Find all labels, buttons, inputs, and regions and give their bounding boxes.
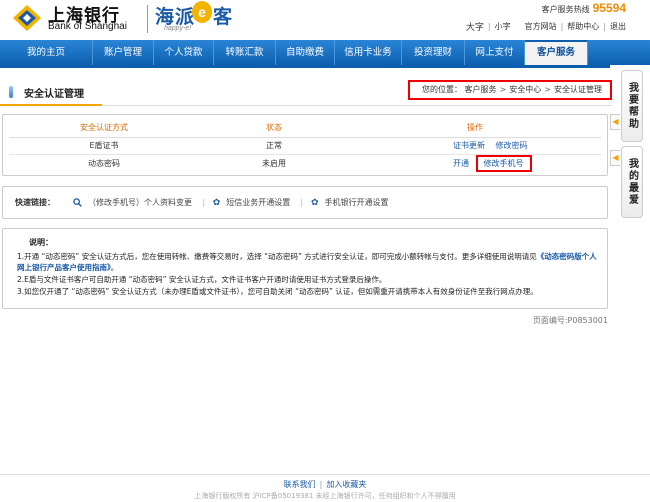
notes-text: 。 [110,263,119,272]
column-header: 安全认证方式 [9,119,199,138]
page-header: 上海银行 Bank of Shanghai 海派客 e happy-e! 客户服… [0,0,650,40]
notes-text: 1.开通 “动态密码” 安全认证方式后，您在使用转帐、缴费等交易时，选择 “动态… [17,252,537,261]
page-number: 页面编号:P0853001 [532,316,608,325]
auth-ops: 证书更新 修改密码 [349,137,601,155]
brand-name-cn-2: 客 [213,6,234,28]
brand-name-en: happy-e! [164,25,192,32]
collapse-arrow-icon[interactable]: ◀ [610,114,620,130]
notes-panel: 说明： 1.开通 “动态密码” 安全认证方式后，您在使用转帐、缴费等交易时，选择… [2,228,608,309]
nav-item-customer-service[interactable]: 客户服务 [525,40,588,65]
brand-divider [147,5,148,33]
main-nav: 我的主页 账户管理 个人贷款 转账汇款 自助缴费 信用卡业务 投资理财 网上支付… [0,40,650,65]
nav-item-investment[interactable]: 投资理财 [402,40,465,65]
hotline-number: 95594 [592,1,626,15]
copyright: 上海银行版权所有 沪ICP备05019381 未经上海银行许可，任何组织和个人不… [194,492,456,500]
divider: | [202,198,205,207]
quick-link-mobile-banking[interactable]: ✿ 手机银行开通设置 [311,197,389,208]
quick-links-label: 快速链接： [15,198,55,207]
add-favorite-link[interactable]: 加入收藏夹 [326,480,366,489]
quick-link-label: 短信业务开通设置 [226,198,291,207]
auth-method: 动态密码 [88,158,120,168]
nav-item-credit-card[interactable]: 信用卡业务 [335,40,402,65]
auth-status: 正常 [199,137,349,155]
table-header-row: 安全认证方式 状态 操作 [9,119,601,138]
table-row: E盾证书 正常 证书更新 修改密码 [9,137,601,155]
logout-link[interactable]: 退出 [610,21,626,32]
bank-name-en: Bank of Shanghai [48,21,127,32]
activate-link[interactable]: 开通 [453,159,469,168]
auth-method-table: 安全认证方式 状态 操作 E盾证书 正常 证书更新 修改密码 动态密码 未启用 … [9,119,601,172]
change-password-link[interactable]: 修改密码 [496,141,528,150]
brand-e-icon: e [192,1,212,23]
column-header: 操作 [349,119,601,138]
hotline: 客户服务热线 95594 [542,1,626,15]
quick-links-bar: 快速链接： （修改手机号）个人资料变更 | ✿ 短信业务开通设置 | ✿ 手机银… [2,186,608,219]
footer-links: 联系我们 | 加入收藏夹 [0,479,650,490]
help-center-link[interactable]: 帮助中心 [567,21,599,32]
title-marker-icon [9,86,13,98]
divider: | [603,22,606,31]
divider: | [300,198,303,207]
font-large-link[interactable]: 大字 [466,20,484,33]
font-small-link[interactable]: 小字 [495,21,511,32]
search-icon [73,198,82,207]
auth-method-panel: 安全认证方式 状态 操作 E盾证书 正常 证书更新 修改密码 动态密码 未启用 … [2,114,608,176]
page-title-bar: 安全认证管理 您的位置： 客户服务 > 安全中心 > 安全认证管理 [0,76,612,106]
divider: | [487,22,491,31]
quick-link-label: 手机银行开通设置 [324,198,389,207]
cert-update-link[interactable]: 证书更新 [453,141,485,150]
nav-item-accounts[interactable]: 账户管理 [93,40,154,65]
hotline-label: 客户服务热线 [541,5,590,14]
nav-item-online-pay[interactable]: 网上支付 [465,40,525,65]
notes-line: 1.开通 “动态密码” 安全认证方式后，您在使用转帐、缴费等交易时，选择 “动态… [17,251,599,273]
breadcrumb-label: 您的位置： [422,85,462,94]
top-links: 大字 | 小字 官方网站 | 帮助中心 | 退出 [466,20,626,33]
change-phone-link[interactable]: 修改手机号 [475,154,532,172]
bank-logo-icon [13,5,41,31]
nav-item-home[interactable]: 我的主页 [0,40,93,65]
notes-line: 2.E盾与文件证书客户可自助开通 “动态密码” 安全认证方式，文件证书客户开通时… [17,275,387,284]
breadcrumb-item[interactable]: 客户服务 [465,85,497,94]
help-button[interactable]: 我要帮助 [621,70,643,142]
title-underline [0,104,102,106]
website-link[interactable]: 官方网站 [525,21,557,32]
nav-item-loans[interactable]: 个人贷款 [154,40,214,65]
contact-link[interactable]: 联系我们 [284,480,316,489]
gear-icon: ✿ [212,197,221,208]
chevron-right-icon: > [544,85,551,94]
notes-line: 3.如您仅开通了 “动态密码” 安全认证方式（未办理E盾或文件证书），您可自助关… [17,287,538,296]
quick-link-profile[interactable]: （修改手机号）个人资料变更 [73,197,192,208]
favorites-button[interactable]: 我的最爱 [621,146,643,218]
auth-ops: 开通 修改手机号 [349,154,601,172]
page-title: 安全认证管理 [24,89,84,100]
notes-title: 说明： [29,238,53,247]
breadcrumb-item-current: 安全认证管理 [553,85,602,94]
breadcrumb: 您的位置： 客户服务 > 安全中心 > 安全认证管理 [408,80,612,100]
divider: | [560,22,564,31]
chevron-right-icon: > [499,85,507,94]
auth-method: E盾证书 [9,137,199,155]
column-header: 状态 [199,119,349,138]
breadcrumb-item[interactable]: 安全中心 [509,85,541,94]
gear-icon: ✿ [310,197,319,208]
side-panel: 我要帮助 我的最爱 [621,70,643,222]
auth-status: 未启用 [262,158,286,168]
nav-item-transfer[interactable]: 转账汇款 [214,40,276,65]
footer-divider [0,474,650,475]
nav-item-payment[interactable]: 自助缴费 [276,40,335,65]
quick-link-sms[interactable]: ✿ 短信业务开通设置 [213,197,291,208]
nav-underline [0,65,610,68]
table-row: 动态密码 未启用 开通 修改手机号 [9,154,601,172]
quick-link-label: （修改手机号）个人资料变更 [88,198,192,207]
collapse-arrow-icon[interactable]: ◀ [610,150,620,166]
divider: | [319,480,323,489]
